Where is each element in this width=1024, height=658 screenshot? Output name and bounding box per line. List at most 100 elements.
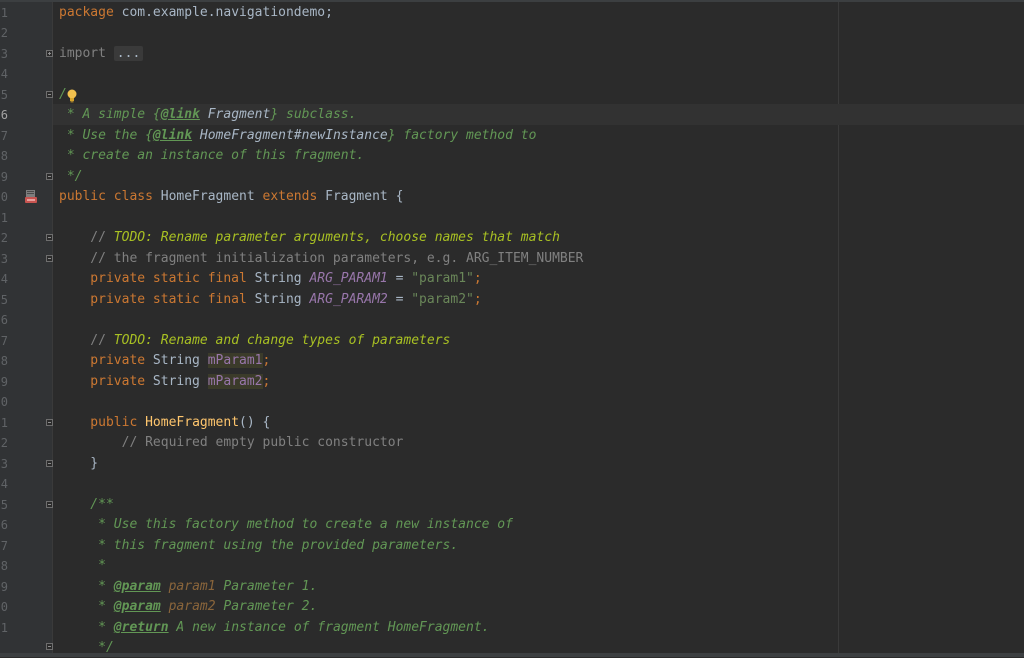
code-line: // TODO: Rename parameter arguments, cho…: [59, 228, 560, 248]
keyword: private: [59, 374, 146, 389]
class-name: HomeFragment: [152, 189, 263, 204]
code-line: package com.example.navigationdemo;: [59, 3, 333, 23]
fold-collapse-icon[interactable]: [46, 91, 53, 98]
code-line: private String mParam2;: [59, 372, 270, 392]
line-number: 6: [0, 518, 8, 532]
code-line: * A simple {@link Fragment} subclass.: [59, 105, 357, 125]
doc-text: A new instance of fragment HomeFragment.: [168, 620, 490, 635]
package-name: com.example.navigationdemo;: [113, 5, 333, 20]
todo-comment: TODO: Rename parameter arguments, choose…: [113, 230, 560, 245]
code-line: import ...: [59, 44, 144, 64]
code-line: * Use the {@link HomeFragment#newInstanc…: [59, 126, 537, 146]
line-number: 6: [0, 108, 8, 122]
fold-expand-icon[interactable]: [46, 50, 53, 57]
fold-collapse-icon[interactable]: [46, 460, 53, 467]
line-number: 2: [0, 231, 8, 245]
fold-collapse-icon[interactable]: [46, 501, 53, 508]
line-number: 8: [0, 559, 8, 573]
code-line: * @param param1 Parameter 1.: [59, 577, 317, 597]
lightbulb-icon[interactable]: [66, 89, 78, 103]
line-number: 4: [0, 477, 8, 491]
bottom-edge: [0, 653, 1024, 657]
code-line: public class HomeFragment extends Fragme…: [59, 187, 403, 207]
doc-reference: Fragment: [199, 107, 271, 122]
fold-collapse-icon[interactable]: [46, 234, 53, 241]
code-line: // Required empty public constructor: [59, 435, 404, 450]
comment-text: //: [59, 230, 114, 245]
doc-text: * A simple {: [59, 107, 161, 122]
comment-text: //: [59, 333, 114, 348]
code-line: * this fragment using the provided param…: [59, 538, 459, 553]
line-number: 2: [0, 26, 8, 40]
doc-text: * Use the {: [59, 128, 153, 143]
fold-collapse-icon[interactable]: [46, 255, 53, 262]
fold-collapse-icon[interactable]: [46, 419, 53, 426]
line-number: 5: [0, 293, 8, 307]
semicolon: ;: [262, 374, 271, 389]
line-number: 0: [0, 395, 8, 409]
constant-name: ARG_PARAM1: [309, 271, 388, 286]
line-number: 9: [0, 170, 8, 184]
line-number: 4: [0, 67, 8, 81]
method-name: HomeFragment: [137, 415, 240, 430]
code-text: () {: [239, 415, 271, 430]
keyword: import: [59, 46, 106, 61]
code-line: */: [59, 169, 83, 184]
doc-param-name: param2: [160, 599, 216, 614]
doc-text: *: [59, 620, 114, 635]
line-number: 1: [0, 6, 8, 20]
code-text: =: [387, 271, 412, 286]
code-line: * @return A new instance of fragment Hom…: [59, 618, 490, 638]
unused-field: mParam2: [207, 374, 263, 389]
keyword: private static final: [59, 271, 247, 286]
code-line: * create an instance of this fragment.: [59, 148, 365, 163]
keyword: package: [59, 5, 114, 20]
todo-comment: TODO: Rename and change types of paramet…: [113, 333, 451, 348]
type-name: String: [145, 374, 208, 389]
doc-text: *: [59, 579, 114, 594]
line-number: 9: [0, 580, 8, 594]
doc-tag: @return: [113, 620, 169, 635]
line-number: 5: [0, 498, 8, 512]
code-line: }: [59, 456, 99, 471]
line-number: 1: [0, 621, 8, 635]
line-number: 4: [0, 272, 8, 286]
line-number: 1: [0, 211, 8, 225]
doc-text: } factory method to: [387, 128, 537, 143]
line-number: 9: [0, 375, 8, 389]
type-name: String: [246, 271, 310, 286]
code-line: /**: [59, 497, 114, 512]
folded-imports-button[interactable]: ...: [113, 46, 144, 61]
code-line: private static final String ARG_PARAM1 =…: [59, 269, 482, 289]
fold-collapse-icon[interactable]: [46, 173, 53, 180]
keyword: public class: [59, 189, 153, 204]
doc-tag: @link: [160, 107, 200, 122]
line-number: 8: [0, 149, 8, 163]
doc-param-name: param1: [160, 579, 216, 594]
doc-tag: @param: [113, 599, 161, 614]
code-text: =: [387, 292, 412, 307]
code-text: Fragment {: [317, 189, 404, 204]
code-line: // the fragment initialization parameter…: [59, 251, 584, 266]
fold-collapse-icon[interactable]: [46, 643, 53, 650]
code-line: private String mParam1;: [59, 351, 270, 371]
doc-text: Parameter 2.: [215, 599, 318, 614]
doc-text: } subclass.: [270, 107, 357, 122]
type-name: String: [145, 353, 208, 368]
string-literal: "param1": [411, 271, 474, 286]
keyword: private static final: [59, 292, 247, 307]
semicolon: ;: [473, 271, 482, 286]
constant-name: ARG_PARAM2: [309, 292, 388, 307]
line-number: 8: [0, 354, 8, 368]
keyword: public: [59, 415, 138, 430]
keyword: private: [59, 353, 146, 368]
android-class-icon[interactable]: [23, 188, 39, 204]
line-number: 0: [0, 600, 8, 614]
code-line: public HomeFragment() {: [59, 413, 270, 433]
line-number: 3: [0, 252, 8, 266]
doc-tag: @link: [152, 128, 193, 143]
type-name: String: [246, 292, 310, 307]
keyword: extends: [262, 189, 318, 204]
semicolon: ;: [262, 353, 271, 368]
code-line: /: [59, 87, 67, 102]
